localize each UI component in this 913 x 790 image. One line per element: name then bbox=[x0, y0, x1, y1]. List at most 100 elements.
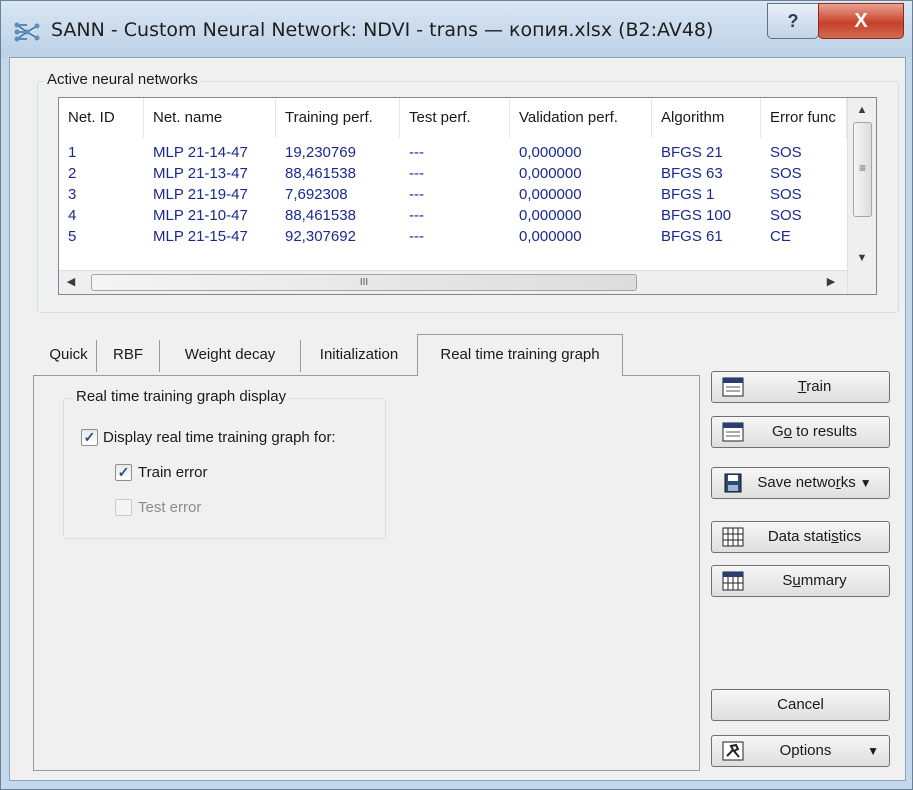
goto-label-mnemonic: o bbox=[783, 423, 792, 440]
scroll-right-icon[interactable]: ▶ bbox=[823, 275, 839, 288]
tab-quick[interactable]: Quick bbox=[41, 340, 97, 372]
scroll-left-icon[interactable]: ◀ bbox=[63, 275, 79, 288]
tab-real-time-training-graph[interactable]: Real time training graph bbox=[417, 334, 623, 376]
cell-error-func: CE bbox=[770, 228, 791, 245]
networks-rows: 1 MLP 21-14-47 19,230769 --- 0,000000 BF… bbox=[59, 142, 847, 270]
stats-label-prefix: Data stati bbox=[767, 528, 832, 545]
cell-net-id: 1 bbox=[68, 144, 77, 161]
cell-training-perf: 19,230769 bbox=[285, 144, 356, 161]
window-title: SANN - Custom Neural Network: NDVI - tra… bbox=[51, 19, 714, 41]
save-label-suffix: ks bbox=[840, 474, 856, 491]
cell-net-id: 2 bbox=[68, 165, 77, 182]
close-button[interactable]: X bbox=[818, 3, 904, 39]
networks-grid[interactable]: Net. ID Net. name Training perf. Test pe… bbox=[58, 97, 877, 295]
table-row[interactable]: 5 MLP 21-15-47 92,307692 --- 0,000000 BF… bbox=[59, 226, 847, 247]
cell-algorithm: BFGS 61 bbox=[661, 228, 723, 245]
scroll-up-icon[interactable]: ▲ bbox=[854, 104, 870, 116]
table-row[interactable]: 4 MLP 21-10-47 88,461538 --- 0,000000 BF… bbox=[59, 205, 847, 226]
tab-weight-decay[interactable]: Weight decay bbox=[160, 340, 301, 372]
options-button[interactable]: Options ▼ bbox=[711, 735, 890, 767]
floppy-disk-icon bbox=[722, 473, 744, 493]
column-header-error-func[interactable]: Error func bbox=[761, 98, 847, 138]
cell-training-perf: 92,307692 bbox=[285, 228, 356, 245]
cell-test-perf: --- bbox=[409, 228, 424, 245]
tab-rbf[interactable]: RBF bbox=[97, 340, 160, 372]
cell-net-id: 5 bbox=[68, 228, 77, 245]
cell-validation-perf: 0,000000 bbox=[519, 186, 582, 203]
cell-net-name: MLP 21-10-47 bbox=[153, 207, 248, 224]
graph-display-group bbox=[63, 398, 386, 539]
cell-validation-perf: 0,000000 bbox=[519, 144, 582, 161]
horizontal-scroll-thumb[interactable]: III bbox=[91, 274, 637, 291]
display-graph-label[interactable]: Display real time training graph for: bbox=[103, 429, 336, 446]
data-statistics-button[interactable]: Data statistics bbox=[711, 521, 890, 553]
save-networks-button[interactable]: Save networks ▼ bbox=[711, 467, 890, 499]
display-graph-checkbox[interactable]: ✓ bbox=[81, 429, 98, 446]
cell-training-perf: 7,692308 bbox=[285, 186, 348, 203]
cell-test-perf: --- bbox=[409, 144, 424, 161]
summary-label-prefix: S bbox=[782, 572, 793, 589]
column-header-net-name[interactable]: Net. name bbox=[144, 98, 276, 138]
cell-error-func: SOS bbox=[770, 186, 802, 203]
help-button[interactable]: ? bbox=[767, 3, 819, 39]
cancel-label: Cancel bbox=[777, 696, 824, 713]
test-error-label: Test error bbox=[138, 499, 202, 516]
cell-net-name: MLP 21-15-47 bbox=[153, 228, 248, 245]
train-label-suffix: rain bbox=[806, 378, 832, 395]
cell-validation-perf: 0,000000 bbox=[519, 165, 582, 182]
summary-label-suffix: mmary bbox=[800, 572, 847, 589]
cell-error-func: SOS bbox=[770, 165, 802, 182]
save-label-prefix: Save netwo bbox=[757, 474, 836, 491]
stats-label-suffix: tics bbox=[838, 528, 862, 545]
graph-display-label: Real time training graph display bbox=[73, 388, 290, 405]
goto-label-prefix: G bbox=[771, 423, 784, 440]
vertical-scroll-thumb[interactable]: ≡ bbox=[853, 122, 872, 217]
cell-test-perf: --- bbox=[409, 207, 424, 224]
table-icon bbox=[722, 527, 744, 547]
cell-validation-perf: 0,000000 bbox=[519, 207, 582, 224]
column-header-test-perf[interactable]: Test perf. bbox=[400, 98, 510, 138]
title-bar: SANN - Custom Neural Network: NDVI - tra… bbox=[1, 1, 912, 57]
table-row[interactable]: 3 MLP 21-19-47 7,692308 --- 0,000000 BFG… bbox=[59, 184, 847, 205]
train-error-label[interactable]: Train error bbox=[138, 464, 207, 481]
horizontal-scrollbar[interactable]: ◀ III ▶ bbox=[59, 270, 847, 294]
stats-label-mnemonic: s bbox=[831, 528, 839, 545]
tab-initialization[interactable]: Initialization bbox=[301, 340, 417, 372]
summary-table-icon bbox=[722, 571, 744, 591]
cell-error-func: SOS bbox=[770, 207, 802, 224]
scroll-down-icon[interactable]: ▼ bbox=[854, 252, 870, 264]
neural-network-icon bbox=[14, 22, 40, 42]
train-error-checkbox[interactable]: ✓ bbox=[115, 464, 132, 481]
summary-button[interactable]: Summary bbox=[711, 565, 890, 597]
cell-algorithm: BFGS 63 bbox=[661, 165, 723, 182]
cell-error-func: SOS bbox=[770, 144, 802, 161]
cell-test-perf: --- bbox=[409, 186, 424, 203]
options-label: Options bbox=[779, 742, 832, 759]
dialog-window: SANN - Custom Neural Network: NDVI - tra… bbox=[0, 0, 913, 790]
column-header-training-perf[interactable]: Training perf. bbox=[276, 98, 400, 138]
table-row[interactable]: 2 MLP 21-13-47 88,461538 --- 0,000000 BF… bbox=[59, 163, 847, 184]
cell-net-id: 4 bbox=[68, 207, 77, 224]
cell-algorithm: BFGS 100 bbox=[661, 207, 732, 224]
cell-algorithm: BFGS 21 bbox=[661, 144, 723, 161]
active-networks-label: Active neural networks bbox=[44, 71, 201, 88]
options-dropdown-arrow-icon: ▼ bbox=[867, 744, 879, 758]
go-to-results-button[interactable]: Go to results bbox=[711, 416, 890, 448]
cell-training-perf: 88,461538 bbox=[285, 165, 356, 182]
dropdown-arrow-icon: ▼ bbox=[859, 476, 872, 490]
table-row[interactable]: 1 MLP 21-14-47 19,230769 --- 0,000000 BF… bbox=[59, 142, 847, 163]
grid-icon bbox=[722, 377, 744, 397]
summary-label-mnemonic: u bbox=[792, 572, 801, 589]
cell-net-name: MLP 21-13-47 bbox=[153, 165, 248, 182]
cancel-button[interactable]: Cancel bbox=[711, 689, 890, 721]
column-header-algorithm[interactable]: Algorithm bbox=[652, 98, 761, 138]
test-error-checkbox[interactable] bbox=[115, 499, 132, 516]
cell-training-perf: 88,461538 bbox=[285, 207, 356, 224]
column-header-net-id[interactable]: Net. ID bbox=[59, 98, 144, 138]
vertical-scrollbar[interactable]: ▲ ≡ ▼ bbox=[847, 98, 876, 294]
cell-algorithm: BFGS 1 bbox=[661, 186, 715, 203]
train-button[interactable]: Train bbox=[711, 371, 890, 403]
column-header-validation-perf[interactable]: Validation perf. bbox=[510, 98, 652, 138]
train-label-mnemonic: T bbox=[797, 378, 807, 395]
cell-net-id: 3 bbox=[68, 186, 77, 203]
